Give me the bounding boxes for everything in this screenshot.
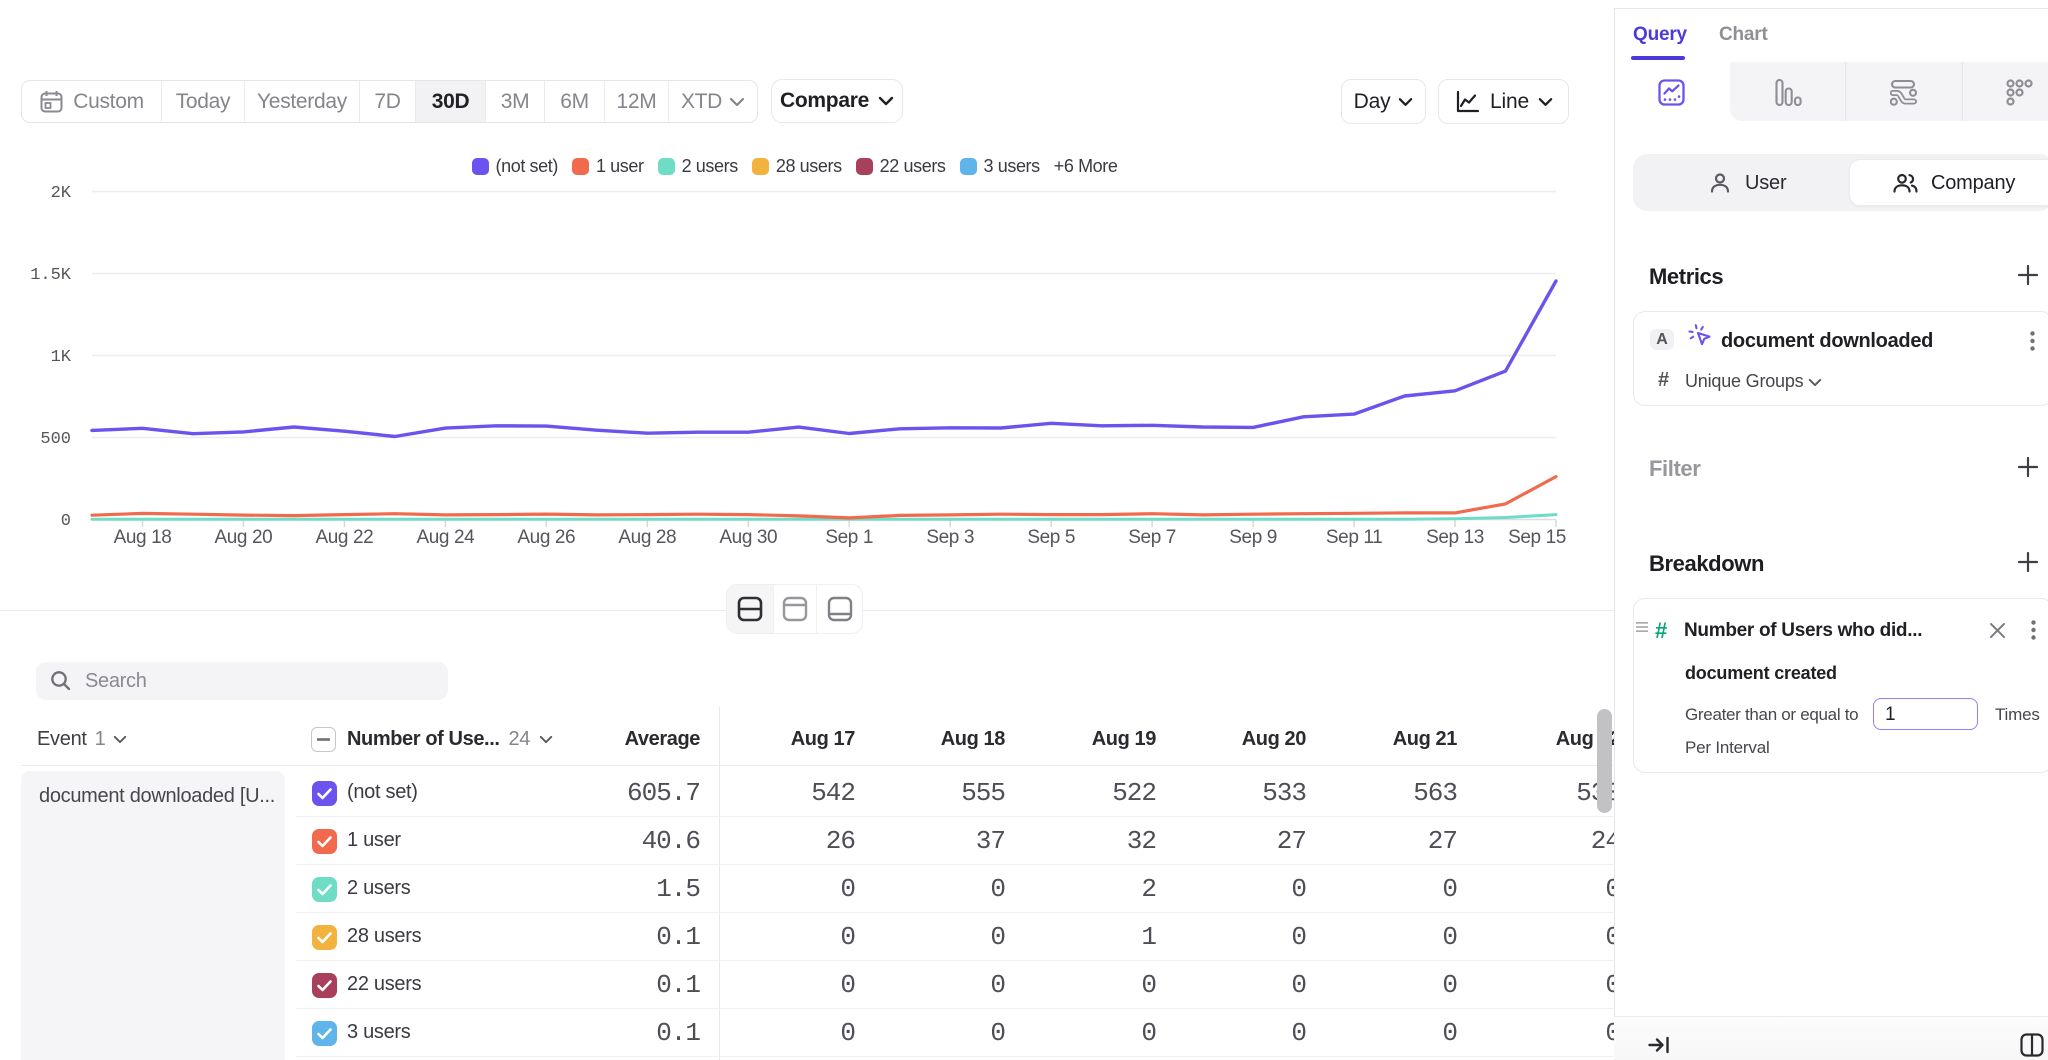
svg-text:Aug 26: Aug 26 (517, 527, 575, 548)
svg-text:Sep 9: Sep 9 (1229, 527, 1277, 548)
svg-text:1.5K: 1.5K (30, 266, 72, 285)
svg-text:Sep 11: Sep 11 (1326, 527, 1382, 548)
svg-text:Aug 28: Aug 28 (618, 527, 676, 548)
svg-text:2K: 2K (51, 184, 72, 203)
svg-text:Sep 13: Sep 13 (1426, 527, 1484, 548)
svg-text:Sep 15: Sep 15 (1508, 527, 1566, 548)
svg-text:Aug 22: Aug 22 (315, 527, 373, 548)
svg-text:Sep 1: Sep 1 (825, 527, 873, 548)
svg-text:500: 500 (40, 430, 71, 449)
svg-text:Aug 20: Aug 20 (214, 527, 272, 548)
svg-text:Aug 18: Aug 18 (114, 527, 172, 548)
svg-text:Sep 3: Sep 3 (926, 527, 974, 548)
svg-text:Sep 7: Sep 7 (1128, 527, 1176, 548)
svg-text:1K: 1K (51, 348, 72, 367)
svg-text:0: 0 (61, 512, 71, 531)
svg-text:Sep 5: Sep 5 (1027, 527, 1075, 548)
svg-text:Aug 30: Aug 30 (719, 527, 777, 548)
svg-text:Aug 24: Aug 24 (416, 527, 475, 548)
